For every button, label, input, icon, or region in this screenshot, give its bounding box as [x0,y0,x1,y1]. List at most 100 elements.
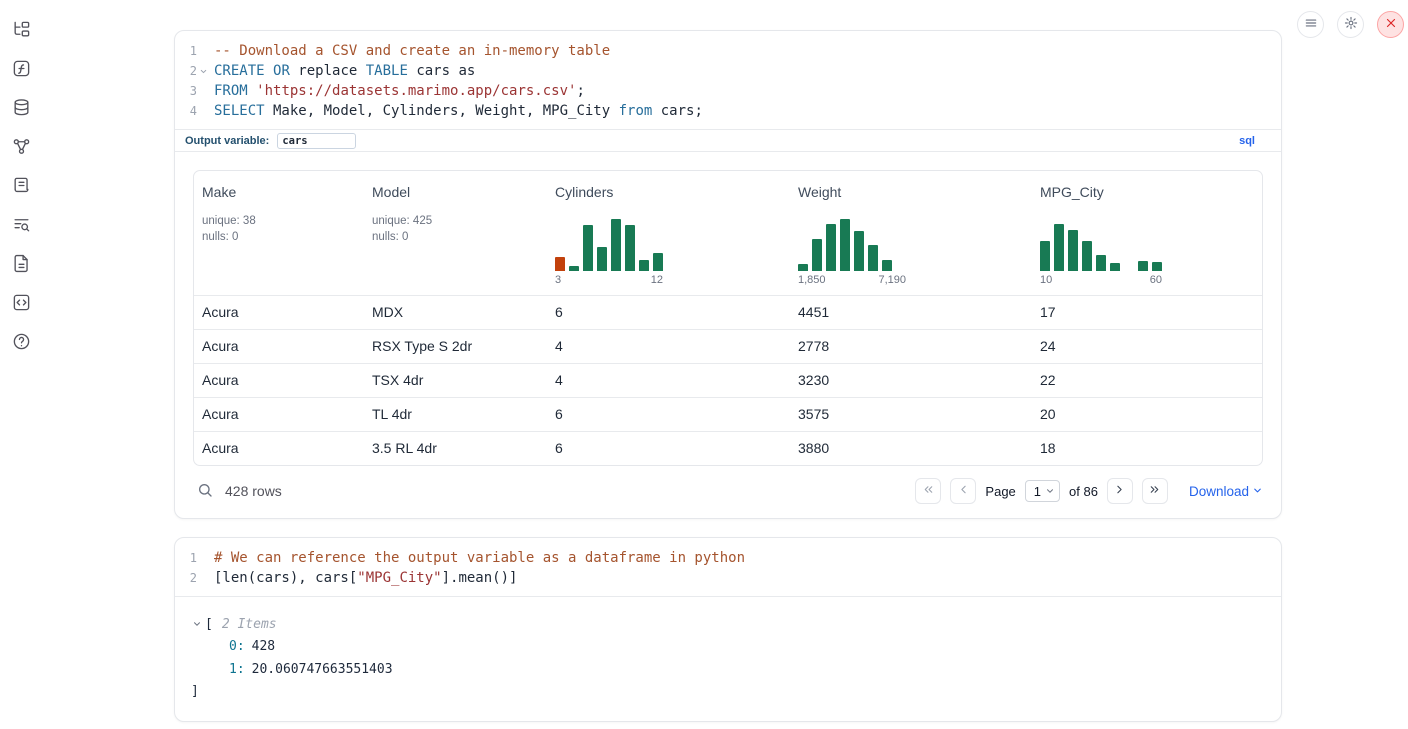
sql-cell: 1 -- Download a CSV and create an in-mem… [174,30,1282,519]
close-icon [1384,16,1398,33]
menu-icon [1304,16,1318,33]
shutdown-button[interactable] [1377,11,1404,38]
code-icon [12,293,31,315]
fold-chevron-icon[interactable] [197,61,209,81]
settings-button[interactable] [1337,11,1364,38]
database-button[interactable] [10,98,32,120]
code-line: 4 SELECT Make, Model, Cylinders, Weight,… [175,101,1281,121]
histogram-mpg-city[interactable]: 10 60 [1040,219,1162,295]
first-page-button[interactable] [915,478,941,504]
table-cell: 2778 [790,330,1032,363]
page-select[interactable]: 1 [1025,480,1060,502]
language-badge: sql [1239,135,1255,147]
function-icon [12,59,31,81]
close-bracket: ] [191,681,1265,701]
column-header-weight[interactable]: Weight [790,171,1032,200]
collapse-toggle[interactable] [191,617,203,632]
code-line: 3 FROM 'https://datasets.marimo.app/cars… [175,81,1281,101]
table-cell: MDX [364,296,547,329]
documentation-button[interactable] [10,254,32,276]
snippets-button[interactable] [10,293,32,315]
line-number: 2 [175,568,197,588]
histogram-weight[interactable]: 1,850 7,190 [798,219,906,295]
table-cell: 17 [1032,296,1262,329]
table-cell: 6 [547,296,790,329]
graph-icon [12,137,31,159]
page-label: Page [985,484,1015,499]
table-cell: 20 [1032,398,1262,431]
histogram-axis: 1,850 7,190 [798,271,906,295]
table-search-button[interactable] [197,482,213,501]
chevron-right-icon [1113,483,1126,499]
python-cell: 1 # We can reference the output variable… [174,537,1282,722]
table-cell: 3880 [790,432,1032,465]
download-button[interactable]: Download [1189,484,1263,499]
table-cell: RSX Type S 2dr [364,330,547,363]
line-number: 2 [175,61,197,81]
previous-page-button[interactable] [950,478,976,504]
list-item: 1: 20.060747663551403 [191,658,1265,681]
logs-button[interactable] [10,215,32,237]
table-cell: 4 [547,364,790,397]
pagination: Page 1 of 86 Download [915,478,1263,504]
column-header-cylinders[interactable]: Cylinders [547,171,790,200]
chevrons-left-icon [922,483,935,499]
sql-code-editor[interactable]: 1 -- Download a CSV and create an in-mem… [175,31,1281,129]
settings-gear-icon [1344,16,1358,33]
help-button[interactable] [10,332,32,354]
table-cell: TL 4dr [364,398,547,431]
table-row[interactable]: Acura MDX 6 4451 17 [194,295,1262,329]
python-output: [ 2 Items 0: 428 1: 20.060747663551403 ] [175,597,1281,721]
function-button[interactable] [10,59,32,81]
scroll-icon [12,176,31,198]
table-cell: 3.5 RL 4dr [364,432,547,465]
line-number: 1 [175,548,197,568]
output-variable-input[interactable] [277,133,356,149]
chevron-down-icon [1045,484,1055,499]
chevron-down-icon [192,617,202,632]
table-row[interactable]: Acura 3.5 RL 4dr 6 3880 18 [194,431,1262,465]
table-cell: 3230 [790,364,1032,397]
next-page-button[interactable] [1107,478,1133,504]
code-line: 2 [len(cars), cars["MPG_City"].mean()] [175,568,1281,588]
document-icon [12,254,31,276]
table-cell: Acura [194,364,364,397]
help-icon [12,332,31,354]
python-code-editor[interactable]: 1 # We can reference the output variable… [175,538,1281,597]
line-number: 4 [175,101,197,121]
chevron-down-icon [1252,484,1263,499]
chevron-left-icon [957,483,970,499]
table-row[interactable]: Acura RSX Type S 2dr 4 2778 24 [194,329,1262,363]
list-item: 0: 428 [191,635,1265,658]
file-tree-icon [12,20,31,42]
last-page-button[interactable] [1142,478,1168,504]
histogram-cylinders[interactable]: 3 12 [555,219,663,295]
table-cell: 18 [1032,432,1262,465]
table-row[interactable]: Acura TL 4dr 6 3575 20 [194,397,1262,431]
output-variable-bar: Output variable: sql [175,129,1281,152]
table-cell: 4451 [790,296,1032,329]
table-cell: 24 [1032,330,1262,363]
notebook-actions [1297,11,1404,38]
search-icon [197,482,213,501]
table-header: Make unique: 38 nulls: 0 Model unique: 4… [194,171,1262,295]
column-header-model[interactable]: Model [364,171,547,200]
code-line: 2 CREATE OR replace TABLE cars as [175,61,1281,81]
line-number: 3 [175,81,197,101]
line-number: 1 [175,41,197,61]
table-cell: 22 [1032,364,1262,397]
database-icon [12,98,31,120]
item-index: 1: [229,662,245,677]
item-index: 0: [229,639,245,654]
table-cell: 3575 [790,398,1032,431]
scratchpad-button[interactable] [10,176,32,198]
menu-button[interactable] [1297,11,1324,38]
table-cell: Acura [194,330,364,363]
file-tree-button[interactable] [10,20,32,42]
column-header-mpg-city[interactable]: MPG_City [1032,171,1262,200]
table-cell: Acura [194,398,364,431]
dependency-graph-button[interactable] [10,137,32,159]
table-row[interactable]: Acura TSX 4dr 4 3230 22 [194,363,1262,397]
histogram-axis: 10 60 [1040,271,1162,295]
column-header-make[interactable]: Make [194,171,364,200]
